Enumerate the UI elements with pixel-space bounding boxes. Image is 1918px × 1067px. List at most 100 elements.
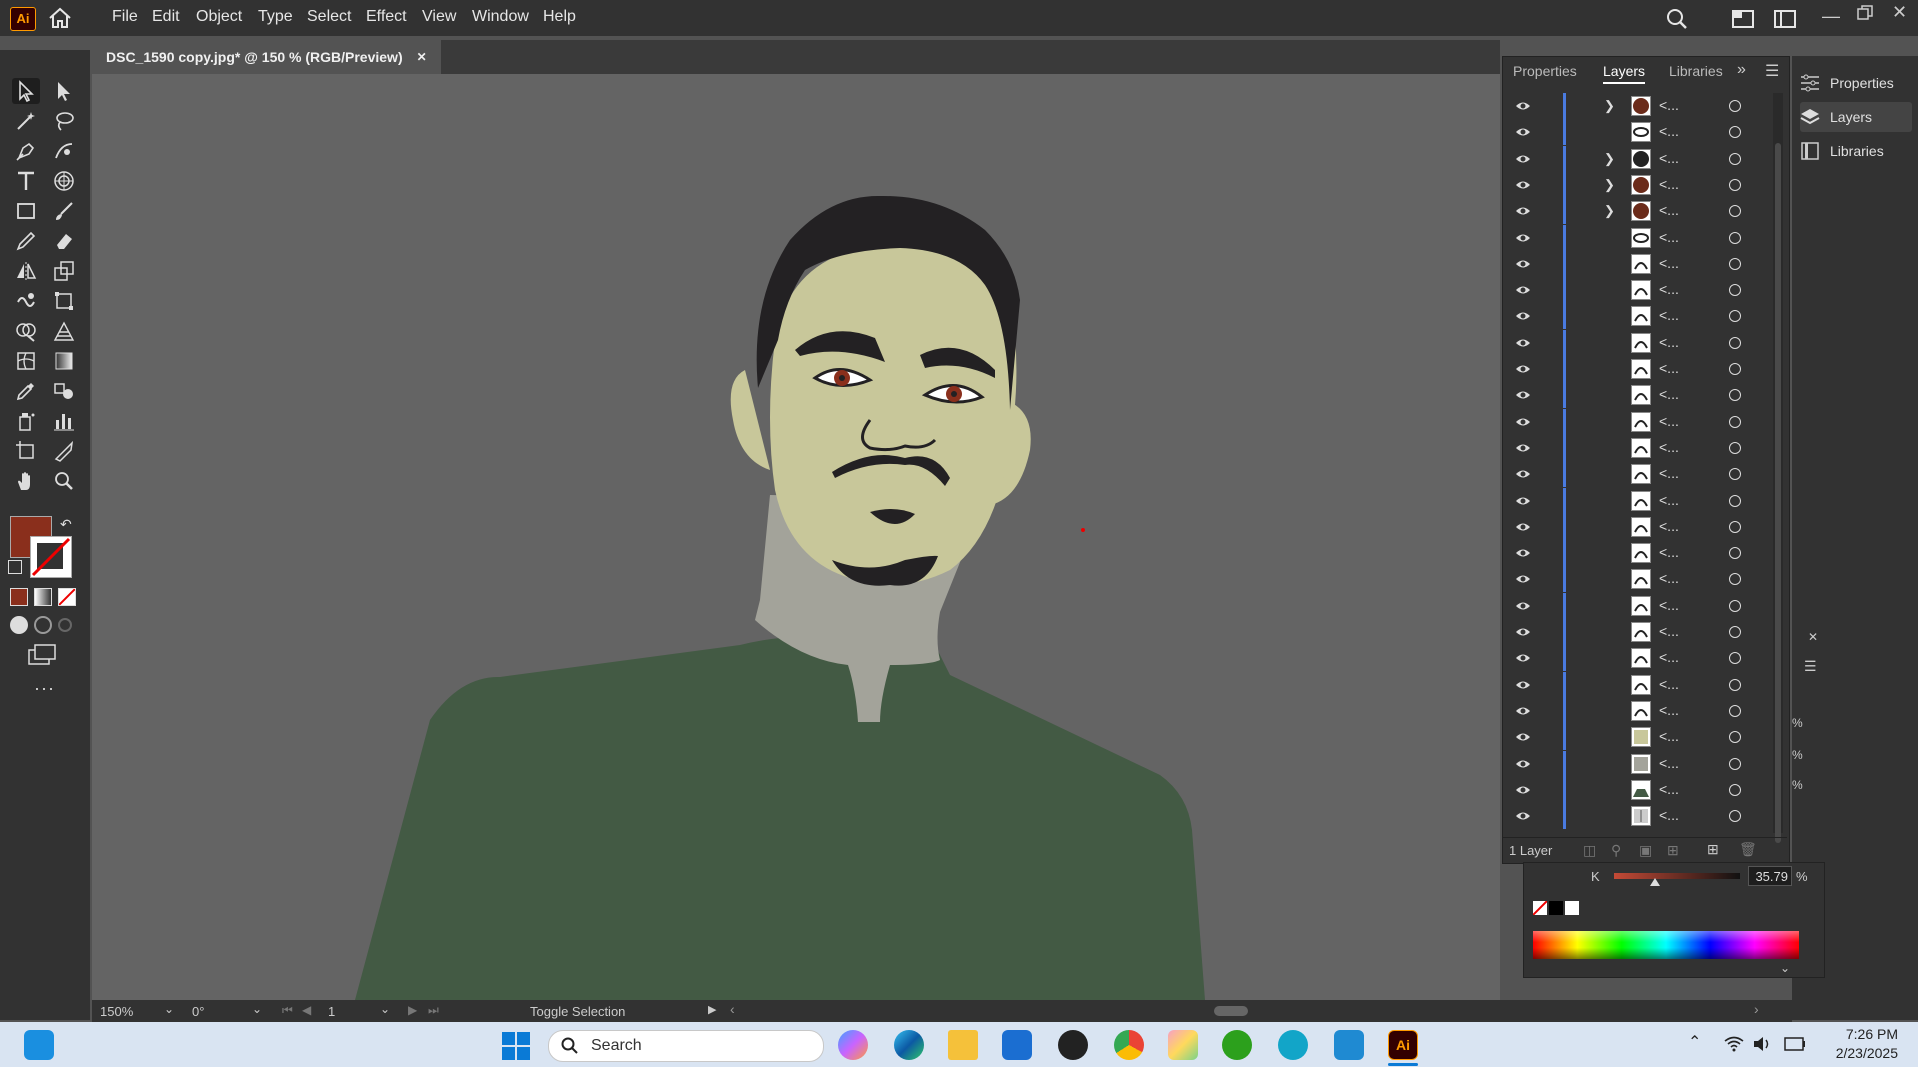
close-tab-icon[interactable]: ✕ [417,50,427,64]
layer-name[interactable]: <... [1659,202,1679,218]
layer-name[interactable]: <... [1659,386,1679,402]
locate-object-icon[interactable]: ⚲ [1611,842,1621,859]
taskbar-search-box[interactable]: Search [548,1030,824,1062]
menu-select[interactable]: Select [307,8,351,26]
floating-panel-menu-icon[interactable]: ☰ [1804,658,1817,675]
layer-row[interactable]: ❯ <... [1503,171,1773,198]
expand-chevron-icon[interactable]: ❯ [1604,177,1615,193]
layer-target-icon[interactable] [1729,757,1741,770]
visibility-eye-icon[interactable] [1515,467,1531,481]
layer-name[interactable]: <... [1659,781,1679,797]
visibility-eye-icon[interactable] [1515,730,1531,744]
color-mode-icon[interactable] [10,588,28,606]
rotation-dropdown-icon[interactable]: ⌄ [252,1002,262,1016]
layer-target-icon[interactable] [1729,310,1741,323]
visibility-eye-icon[interactable] [1515,125,1531,139]
visibility-eye-icon[interactable] [1515,204,1531,218]
layer-name[interactable]: <... [1659,439,1679,455]
layer-row[interactable]: ❯ <... [1503,93,1773,119]
pencil-tool-icon[interactable] [12,228,40,254]
draw-inside-icon[interactable] [58,618,72,632]
layer-target-icon[interactable] [1729,783,1741,796]
visibility-eye-icon[interactable] [1515,757,1531,771]
copilot-icon[interactable] [838,1030,868,1060]
previous-artboard-icon[interactable]: ◀ [302,1003,311,1017]
scroll-right-icon[interactable]: › [1754,1001,1759,1017]
layer-target-icon[interactable] [1729,573,1741,586]
layer-name[interactable]: <... [1659,492,1679,508]
layer-name[interactable]: <... [1659,413,1679,429]
layer-row[interactable]: <... [1503,461,1773,488]
layer-name[interactable]: <... [1659,176,1679,192]
free-transform-tool-icon[interactable] [50,288,78,314]
visibility-eye-icon[interactable] [1515,178,1531,192]
menu-window[interactable]: Window [472,8,529,26]
next-artboard-icon[interactable]: ▶ [408,1003,417,1017]
visibility-eye-icon[interactable] [1515,388,1531,402]
new-layer-icon[interactable]: ⊞ [1707,841,1719,858]
layer-row[interactable]: <... [1503,356,1773,382]
layer-target-icon[interactable] [1729,336,1741,349]
visibility-eye-icon[interactable] [1515,441,1531,455]
menu-view[interactable]: View [422,8,456,26]
rectangle-tool-icon[interactable] [12,198,40,224]
zoom-level[interactable]: 150% [100,1004,133,1019]
layer-name[interactable]: <... [1659,597,1679,613]
restore-icon[interactable] [1856,4,1874,25]
collapse-panel-icon[interactable]: » [1737,61,1746,79]
layer-name[interactable]: <... [1659,702,1679,718]
widgets-icon[interactable] [24,1030,54,1060]
rotation-value[interactable]: 0° [192,1004,204,1019]
layer-target-icon[interactable] [1729,599,1741,612]
layer-name[interactable]: <... [1659,465,1679,481]
menu-object[interactable]: Object [196,8,242,26]
menu-file[interactable]: File [112,8,138,26]
layer-row[interactable]: <... [1503,303,1773,330]
layer-row[interactable]: <... [1503,776,1773,803]
dock-properties[interactable]: Properties [1800,68,1912,98]
default-colors-icon[interactable] [8,560,22,574]
color-panel-expand-icon[interactable]: ⌄ [1780,961,1790,975]
visibility-eye-icon[interactable] [1515,651,1531,665]
layer-row[interactable]: <... [1503,329,1773,356]
layer-row[interactable]: <... [1503,697,1773,724]
expand-chevron-icon[interactable]: ❯ [1604,203,1615,219]
layer-row[interactable]: <... [1503,592,1773,619]
column-graph-tool-icon[interactable] [50,408,78,434]
layers-scrollbar[interactable] [1773,93,1783,843]
clock-date[interactable]: 2/23/2025 [1822,1045,1898,1061]
zoom-dropdown-icon[interactable]: ⌄ [164,1002,174,1016]
visibility-eye-icon[interactable] [1515,283,1531,297]
slice-tool-icon[interactable] [50,438,78,464]
visibility-eye-icon[interactable] [1515,231,1531,245]
layer-name[interactable]: <... [1659,360,1679,376]
layer-target-icon[interactable] [1729,178,1741,191]
layer-target-icon[interactable] [1729,547,1741,560]
visibility-eye-icon[interactable] [1515,599,1531,613]
layer-row[interactable]: <... [1503,382,1773,409]
layer-row[interactable]: <... [1503,645,1773,672]
layer-target-icon[interactable] [1729,363,1741,375]
more-tools-icon[interactable]: ··· [34,678,55,699]
visibility-eye-icon[interactable] [1515,257,1531,271]
magic-wand-tool-icon[interactable] [12,108,40,134]
layer-name[interactable]: <... [1659,570,1679,586]
new-sublayer-icon[interactable]: ⊞ [1667,842,1679,859]
start-icon[interactable] [502,1032,530,1063]
layer-row[interactable]: ❯ <... [1503,145,1773,172]
layer-row[interactable]: <... [1503,277,1773,304]
layer-name[interactable]: <... [1659,755,1679,771]
visibility-eye-icon[interactable] [1515,704,1531,718]
document-tab[interactable]: DSC_1590 copy.jpg* @ 150 % (RGB/Preview)… [92,40,441,74]
layer-row[interactable]: <... [1503,750,1773,777]
volume-icon[interactable] [1752,1035,1772,1053]
layer-target-icon[interactable] [1729,494,1741,507]
k-slider-handle[interactable] [1650,878,1660,886]
color-spectrum[interactable] [1533,931,1799,959]
visibility-eye-icon[interactable] [1515,809,1531,823]
layer-name[interactable]: <... [1659,229,1679,245]
layer-row[interactable]: <... [1503,540,1773,567]
shape-builder-tool-icon[interactable] [12,318,40,344]
menu-type[interactable]: Type [258,8,293,26]
scale-tool-icon[interactable] [50,258,78,284]
